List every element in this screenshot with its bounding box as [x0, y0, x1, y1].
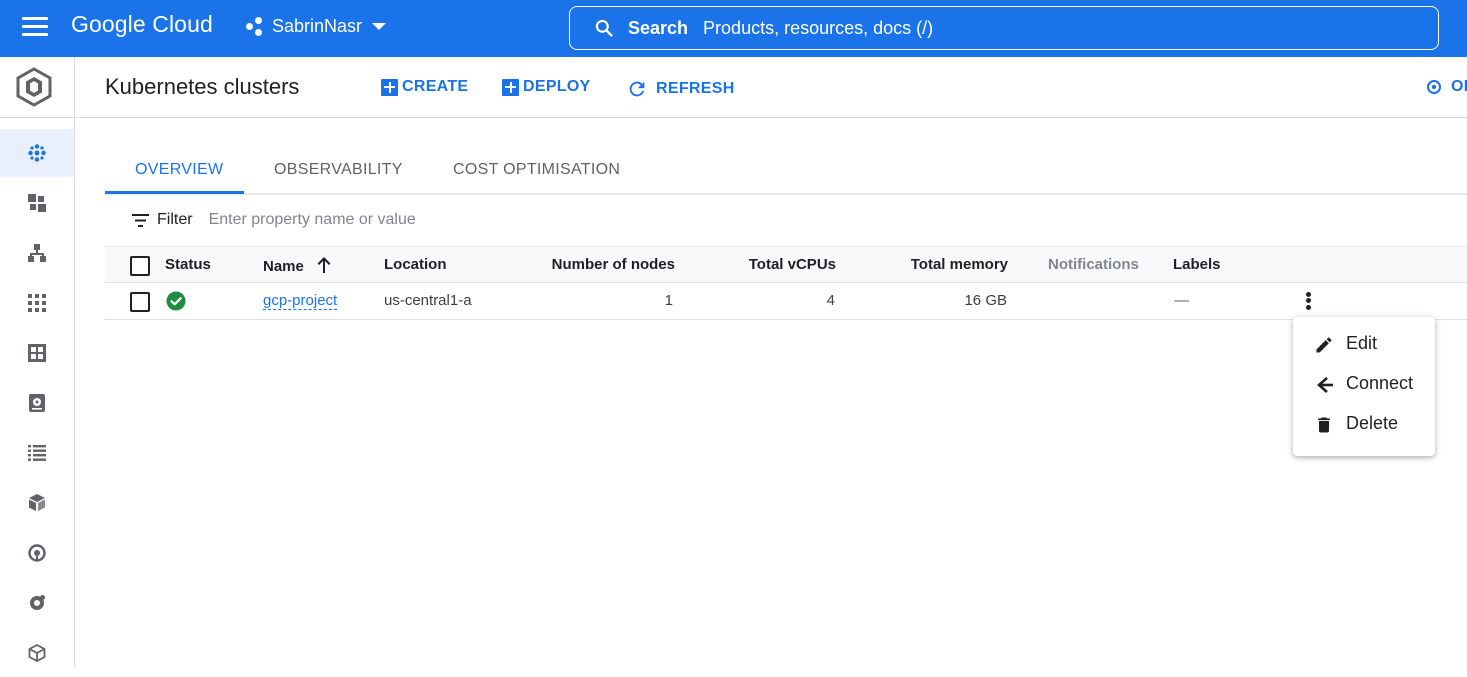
project-dots-icon — [246, 16, 266, 37]
operations-icon — [1427, 80, 1441, 94]
menu-item-delete[interactable]: Delete — [1293, 405, 1435, 445]
sort-ascending-icon — [317, 257, 331, 273]
storage-icon — [29, 394, 45, 412]
sidebar-item-services-ingress[interactable] — [0, 229, 74, 277]
migrate-to-containers-icon — [29, 494, 45, 511]
filter-input[interactable] — [208, 211, 709, 229]
services-ingress-icon — [28, 244, 46, 262]
menu-item-label: Edit — [1346, 333, 1378, 353]
sidebar-item-secrets-configmaps[interactable] — [0, 329, 74, 377]
refresh-button-label: REFRESH — [656, 80, 735, 97]
connect-icon — [1317, 377, 1333, 393]
create-button[interactable]: CREATE — [381, 78, 468, 96]
object-browser-icon — [28, 445, 46, 461]
cluster-node-count: 1 — [664, 292, 673, 309]
column-header-name[interactable]: Name — [263, 256, 332, 275]
row-actions-menu: Edit Connect Delete — [1293, 317, 1435, 456]
column-header-location[interactable]: Location — [384, 256, 447, 273]
table-header: Status Name Location Number of nodes Tot… — [105, 246, 1467, 283]
column-header-status[interactable]: Status — [165, 256, 211, 273]
workloads-icon — [28, 194, 46, 212]
add-box-icon — [502, 78, 519, 96]
operations-button-label: OP — [1451, 78, 1467, 95]
select-all-checkbox[interactable] — [130, 256, 150, 276]
sidebar-item-object-browser[interactable] — [0, 429, 74, 477]
filter-label: Filter — [157, 211, 193, 228]
menu-item-connect[interactable]: Connect — [1293, 365, 1435, 405]
secrets-configmaps-icon — [28, 344, 46, 362]
search-label: Search — [628, 17, 689, 38]
sidebar-item-migrate-to-containers[interactable] — [0, 479, 74, 527]
deploy-button[interactable]: DEPLOY — [502, 78, 591, 96]
cluster-labels: — — [1174, 292, 1189, 309]
sidebar-item-workloads[interactable] — [0, 179, 74, 227]
tab-bar: OVERVIEW OBSERVABILITY COST OPTIMISATION — [105, 150, 1467, 195]
row-checkbox[interactable] — [130, 292, 150, 312]
more-actions-icon[interactable] — [1301, 290, 1315, 314]
search-placeholder: Products, resources, docs (/) — [703, 17, 934, 38]
refresh-icon — [629, 81, 645, 97]
cluster-name-link[interactable]: gcp-project — [263, 292, 338, 310]
status-ok-icon — [166, 291, 186, 311]
refresh-button[interactable]: REFRESH — [626, 78, 735, 100]
column-header-total-vcpus[interactable]: Total vCPUs — [705, 256, 836, 273]
sidebar-divider — [0, 117, 75, 118]
page-title: Kubernetes clusters — [105, 74, 300, 99]
column-header-total-memory[interactable]: Total memory — [865, 256, 1008, 273]
cluster-vcpus: 4 — [826, 292, 835, 309]
filter-icon — [132, 213, 149, 227]
tab-overview[interactable]: OVERVIEW — [135, 161, 223, 179]
main-menu-icon[interactable] — [22, 17, 48, 37]
create-button-label: CREATE — [402, 78, 469, 95]
chevron-down-icon — [372, 23, 387, 30]
sidebar-item-marketplace[interactable] — [0, 629, 74, 677]
menu-item-edit[interactable]: Edit — [1293, 325, 1435, 365]
operations-button[interactable]: OP — [1426, 78, 1467, 96]
config-icon — [30, 595, 45, 610]
menu-item-label: Delete — [1346, 413, 1399, 433]
edit-pencil-icon — [1316, 337, 1332, 353]
project-picker[interactable]: SabrinNasr — [246, 16, 387, 37]
tab-cost-optimisation[interactable]: COST OPTIMISATION — [453, 161, 620, 179]
page-header: Kubernetes clusters CREATE DEPLOY REFRES… — [76, 57, 1467, 118]
filter-bar: Filter — [105, 200, 1467, 240]
sidebar-item-applications[interactable] — [0, 279, 74, 327]
add-box-icon — [381, 78, 398, 96]
delete-trash-icon — [1318, 417, 1330, 433]
sidebar-item-backup[interactable] — [0, 529, 74, 577]
active-tab-indicator — [105, 191, 244, 194]
search-icon — [595, 19, 613, 37]
column-header-notifications: Notifications — [1048, 256, 1139, 273]
backup-icon — [28, 544, 46, 562]
column-header-name-label: Name — [263, 258, 304, 275]
deploy-button-label: DEPLOY — [523, 78, 591, 95]
cluster-name-text[interactable]: gcp-project — [263, 292, 338, 310]
column-header-number-of-nodes[interactable]: Number of nodes — [525, 256, 675, 273]
tab-observability[interactable]: OBSERVABILITY — [274, 161, 403, 179]
cluster-memory: 16 GB — [964, 292, 1007, 309]
google-cloud-logo[interactable]: Google Cloud — [71, 11, 213, 38]
sidebar-item-clusters[interactable] — [0, 129, 74, 177]
search-bar[interactable]: Search Products, resources, docs (/) — [569, 6, 1439, 50]
project-name: SabrinNasr — [272, 16, 363, 36]
top-app-bar: Google Cloud SabrinNasr Search Products,… — [0, 0, 1467, 57]
marketplace-icon — [28, 644, 46, 662]
column-header-labels[interactable]: Labels — [1173, 256, 1221, 273]
applications-icon — [28, 294, 46, 312]
kubernetes-engine-logo-icon[interactable] — [14, 67, 54, 107]
sidebar-item-config[interactable] — [0, 579, 74, 627]
menu-item-label: Connect — [1346, 373, 1414, 393]
product-sidebar — [0, 57, 75, 667]
sidebar-item-storage[interactable] — [0, 379, 74, 427]
cluster-location: us-central1-a — [384, 292, 472, 309]
clusters-icon — [28, 144, 46, 162]
table-row: gcp-project us-central1-a 1 4 16 GB — — [105, 283, 1467, 320]
